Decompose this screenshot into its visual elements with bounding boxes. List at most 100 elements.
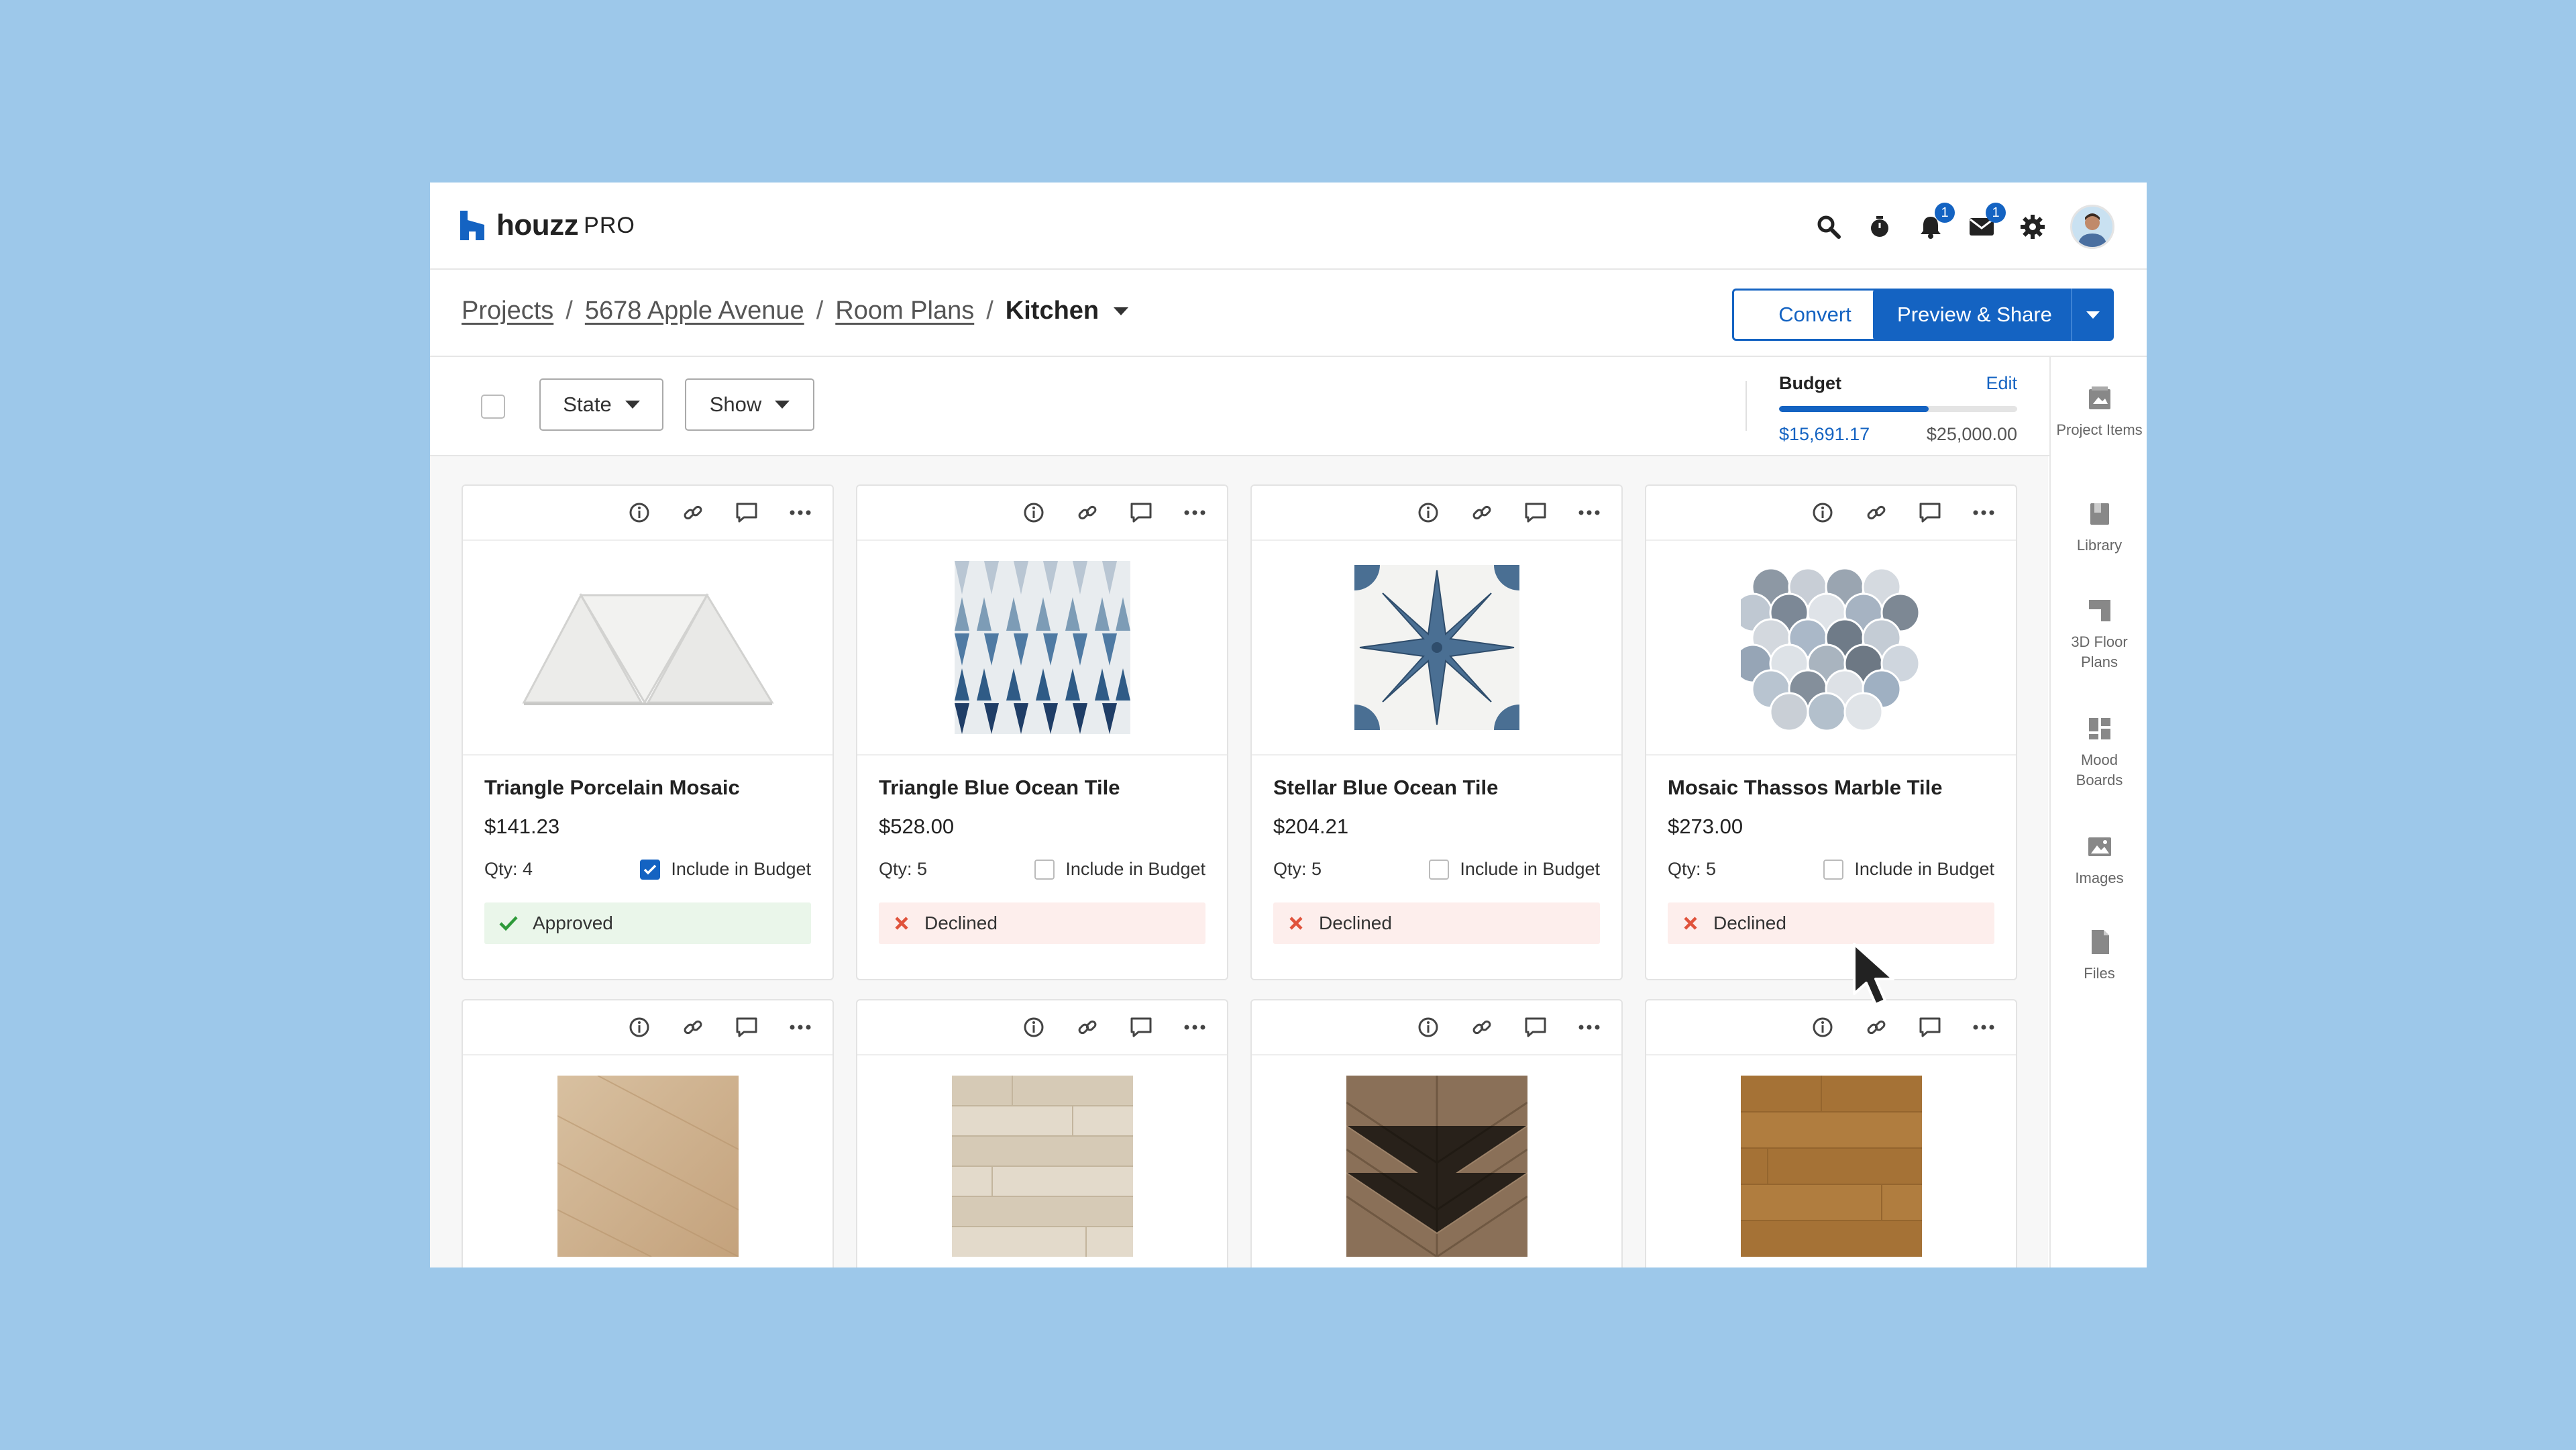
- info-icon[interactable]: [627, 1015, 651, 1039]
- info-icon[interactable]: [1811, 501, 1835, 525]
- product-image[interactable]: [857, 1055, 1227, 1257]
- product-image[interactable]: [463, 1055, 833, 1257]
- more-icon[interactable]: [1972, 1015, 1996, 1039]
- budget-spent: $15,691.17: [1779, 424, 1870, 444]
- budget-edit-link[interactable]: Edit: [1986, 373, 2017, 394]
- link-icon[interactable]: [1075, 501, 1099, 525]
- rail-item-3d-floor-plans[interactable]: 3D Floor Plans: [2051, 597, 2147, 672]
- breadcrumb-projects[interactable]: Projects: [462, 297, 553, 325]
- status-badge: Declined: [1273, 902, 1600, 944]
- include-in-budget-toggle[interactable]: Include in Budget: [1823, 859, 1994, 880]
- product-image[interactable]: [1252, 1055, 1621, 1257]
- item-card[interactable]: [1250, 999, 1623, 1267]
- comment-icon[interactable]: [1523, 1015, 1548, 1039]
- include-in-budget-checkbox[interactable]: [1823, 859, 1844, 880]
- include-in-budget-toggle[interactable]: Include in Budget: [1034, 859, 1205, 880]
- include-in-budget-checkbox[interactable]: [1034, 859, 1055, 880]
- product-title[interactable]: Triangle Porcelain Mosaic: [484, 776, 811, 800]
- item-card[interactable]: Mosaic Thassos Marble Tile $273.00 Qty: …: [1645, 484, 2017, 980]
- item-card[interactable]: [1645, 999, 2017, 1267]
- select-all-checkbox[interactable]: [481, 395, 505, 419]
- info-icon[interactable]: [1022, 1015, 1046, 1039]
- include-in-budget-toggle[interactable]: Include in Budget: [1429, 859, 1600, 880]
- product-title[interactable]: Stellar Blue Ocean Tile: [1273, 776, 1600, 800]
- item-card[interactable]: Stellar Blue Ocean Tile $204.21 Qty: 5 I…: [1250, 484, 1623, 980]
- show-filter-dropdown[interactable]: Show: [685, 378, 814, 431]
- info-icon[interactable]: [1416, 501, 1440, 525]
- breadcrumb-current-kitchen[interactable]: Kitchen: [1006, 297, 1099, 325]
- link-icon[interactable]: [1470, 1015, 1494, 1039]
- item-card[interactable]: [462, 999, 834, 1267]
- rail-item-files[interactable]: Files: [2051, 929, 2147, 984]
- product-quantity: Qty: 5: [879, 859, 928, 879]
- rail-item-library[interactable]: Library: [2051, 501, 2147, 556]
- image-icon: [2088, 837, 2111, 856]
- preview-share-button[interactable]: Preview & Share: [1873, 289, 2114, 341]
- breadcrumb-row: Projects / 5678 Apple Avenue / Room Plan…: [430, 270, 2147, 357]
- link-icon[interactable]: [1075, 1015, 1099, 1039]
- chevron-down-icon[interactable]: [1114, 307, 1129, 315]
- gear-icon[interactable]: [2019, 213, 2046, 240]
- more-icon[interactable]: [1972, 501, 1996, 525]
- link-icon[interactable]: [1470, 501, 1494, 525]
- comment-icon[interactable]: [1129, 1015, 1153, 1039]
- rail-item-project-items[interactable]: Project Items: [2051, 385, 2147, 440]
- product-title[interactable]: Triangle Blue Ocean Tile: [879, 776, 1205, 800]
- info-icon[interactable]: [627, 501, 651, 525]
- breadcrumb-room-plans[interactable]: Room Plans: [835, 297, 974, 325]
- more-icon[interactable]: [788, 501, 812, 525]
- product-image[interactable]: [1646, 541, 2016, 756]
- more-icon[interactable]: [1183, 1015, 1207, 1039]
- product-image[interactable]: [857, 541, 1227, 756]
- comment-icon[interactable]: [735, 501, 759, 525]
- status-label: Declined: [1319, 913, 1392, 933]
- product-image[interactable]: [463, 541, 833, 756]
- budget-progress-fill: [1779, 406, 1929, 412]
- x-icon: [1684, 917, 1697, 930]
- state-filter-dropdown[interactable]: State: [539, 378, 663, 431]
- item-card[interactable]: Triangle Blue Ocean Tile $528.00 Qty: 5 …: [856, 484, 1228, 980]
- top-icon-bar: 1 1: [1815, 203, 2114, 249]
- bell-icon[interactable]: 1: [1917, 203, 1955, 240]
- info-icon[interactable]: [1811, 1015, 1835, 1039]
- info-icon[interactable]: [1416, 1015, 1440, 1039]
- search-icon[interactable]: [1815, 213, 1842, 240]
- comment-icon[interactable]: [1523, 501, 1548, 525]
- x-icon: [895, 917, 908, 930]
- product-quantity: Qty: 5: [1273, 859, 1322, 879]
- more-icon[interactable]: [788, 1015, 812, 1039]
- card-toolbar: [463, 1000, 833, 1055]
- link-icon[interactable]: [1864, 501, 1888, 525]
- product-image[interactable]: [1252, 541, 1621, 756]
- comment-icon[interactable]: [735, 1015, 759, 1039]
- comment-icon[interactable]: [1918, 501, 1942, 525]
- item-card[interactable]: Triangle Porcelain Mosaic $141.23 Qty: 4…: [462, 484, 834, 980]
- triangle-blue-tile-image: [954, 561, 1130, 734]
- preview-share-dropdown[interactable]: [2071, 289, 2114, 341]
- budget-title: Budget: [1779, 373, 1841, 393]
- rail-item-images[interactable]: Images: [2051, 833, 2147, 888]
- comment-icon[interactable]: [1918, 1015, 1942, 1039]
- include-in-budget-label: Include in Budget: [1065, 859, 1205, 879]
- more-icon[interactable]: [1183, 501, 1207, 525]
- include-in-budget-toggle[interactable]: Include in Budget: [640, 859, 811, 880]
- timer-icon[interactable]: [1866, 213, 1893, 240]
- info-icon[interactable]: [1022, 501, 1046, 525]
- rail-item-mood-boards[interactable]: Mood Boards: [2051, 715, 2147, 790]
- more-icon[interactable]: [1577, 501, 1601, 525]
- more-icon[interactable]: [1577, 1015, 1601, 1039]
- avatar[interactable]: [2070, 205, 2114, 249]
- include-in-budget-checkbox[interactable]: [640, 859, 661, 880]
- product-image[interactable]: [1646, 1055, 2016, 1257]
- link-icon[interactable]: [1864, 1015, 1888, 1039]
- comment-icon[interactable]: [1129, 501, 1153, 525]
- include-in-budget-checkbox[interactable]: [1429, 859, 1450, 880]
- mail-icon[interactable]: 1: [1968, 203, 2006, 240]
- houzz-pro-logo[interactable]: houzz PRO: [460, 205, 635, 246]
- notification-badge: 1: [1935, 203, 1955, 223]
- link-icon[interactable]: [681, 501, 705, 525]
- breadcrumb-project-address[interactable]: 5678 Apple Avenue: [585, 297, 804, 325]
- item-card[interactable]: [856, 999, 1228, 1267]
- link-icon[interactable]: [681, 1015, 705, 1039]
- product-title[interactable]: Mosaic Thassos Marble Tile: [1668, 776, 1994, 800]
